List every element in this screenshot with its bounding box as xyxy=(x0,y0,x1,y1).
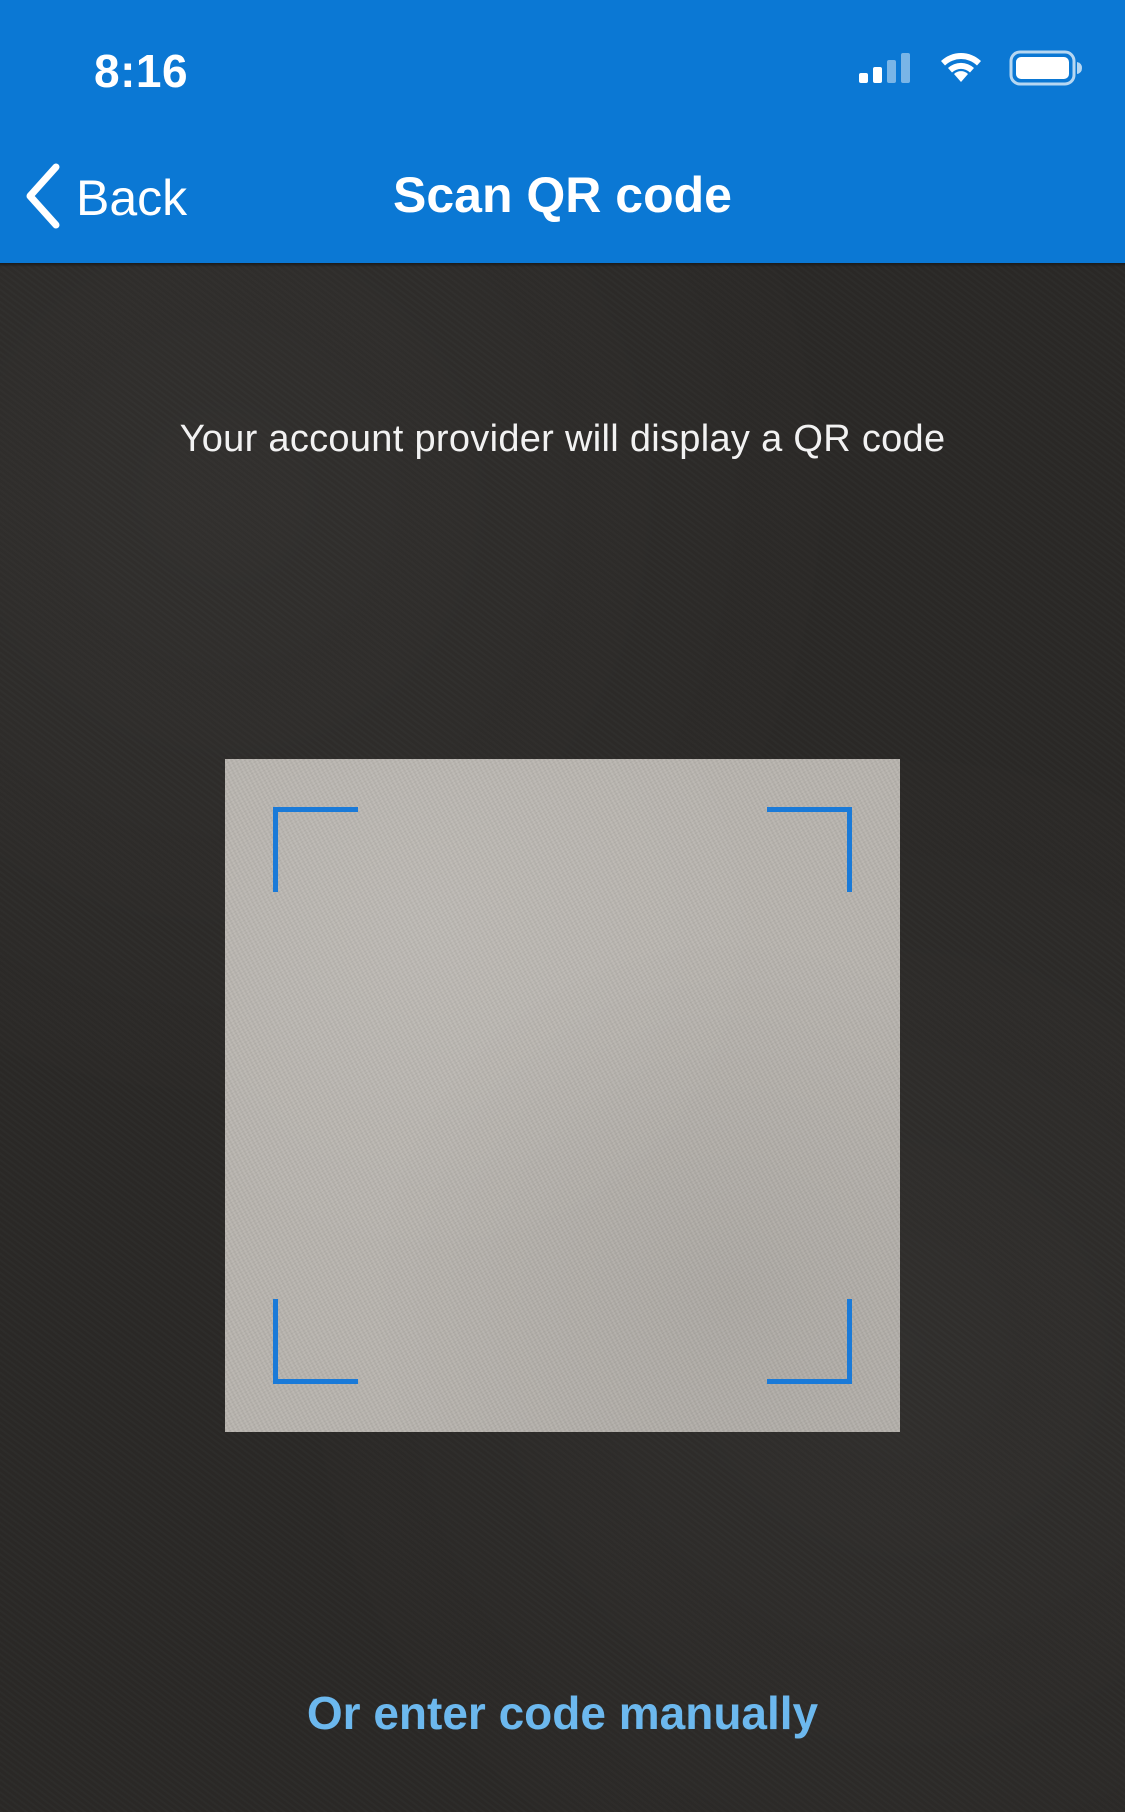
battery-icon xyxy=(1009,50,1083,91)
qr-scan-window xyxy=(225,759,900,1432)
page-title: Scan QR code xyxy=(393,167,732,223)
status-time: 8:16 xyxy=(94,45,189,97)
scan-frame-corner-top-left xyxy=(273,807,358,892)
header-divider xyxy=(0,263,1125,267)
enter-code-manually-link[interactable]: Or enter code manually xyxy=(0,1686,1125,1740)
cellular-signal-icon xyxy=(859,52,913,88)
status-icons xyxy=(859,50,1083,90)
scan-frame-corner-top-right xyxy=(767,807,852,892)
scan-qr-screen: 8:16 Back Scan QR code Your account prov… xyxy=(0,0,1125,1812)
wifi-icon xyxy=(939,52,983,89)
scan-frame-corner-bottom-right xyxy=(767,1299,852,1384)
scan-instructions: Your account provider will display a QR … xyxy=(179,418,946,460)
scan-frame-corner-bottom-left xyxy=(273,1299,358,1384)
app-header: 8:16 Back Scan QR code xyxy=(0,0,1125,263)
